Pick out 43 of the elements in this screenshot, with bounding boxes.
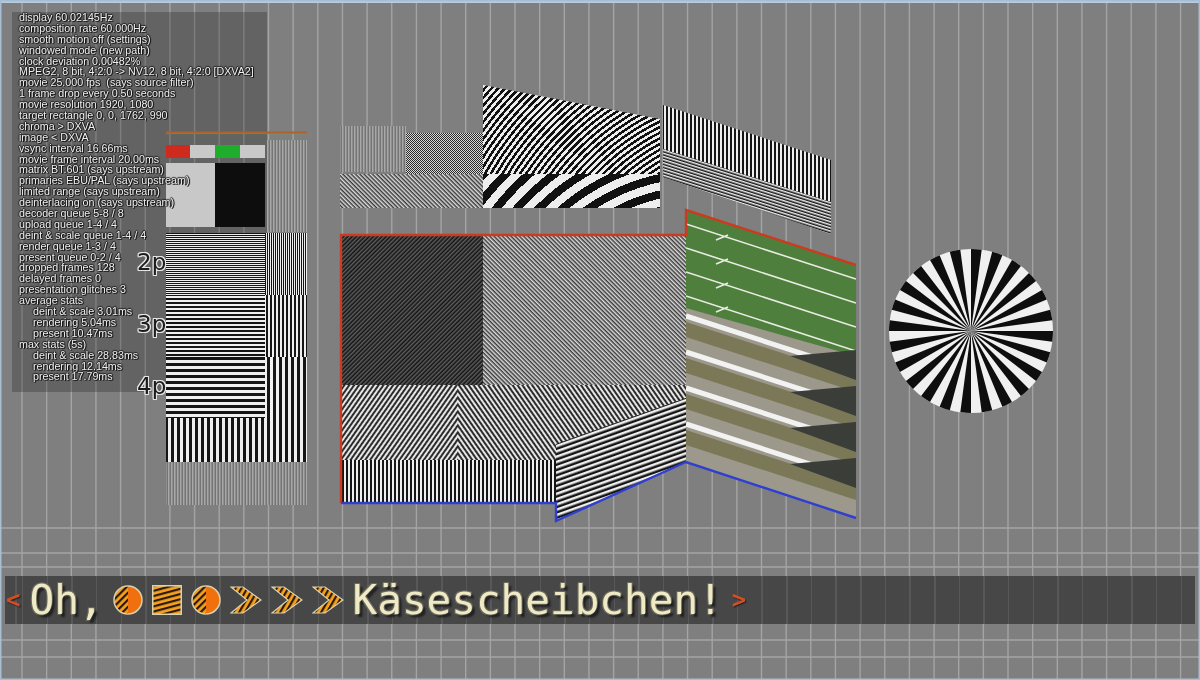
chevron-icon [311,586,344,614]
scale-label: 3p [137,313,167,336]
stats-line: limited range (says upstream) [19,186,160,198]
ticker-marker: < [6,588,21,612]
scale-label: 2p [137,251,167,274]
stats-line: presentation glitches 3 [19,284,126,296]
ticker-marker: > [731,588,747,612]
stats-line: present queue 0-2 / 4 [19,251,121,263]
stats-line: movie frame interval 20.00ms [19,153,160,165]
stats-line: vsync interval 16.66ms [19,142,128,154]
stats-line: average stats [19,295,84,307]
stats-line: display 60.02145Hz [19,12,113,23]
stats-line: target rectangle 0, 0, 1762, 990 [19,110,168,121]
chevron-icon [270,586,303,614]
striped-square-icon [151,585,182,615]
scale-label: 4p [137,375,167,398]
stats-line: MPEG2, 8 bit, 4:2:0 -> NV12, 8 bit, 4:2:0 [DXVA2] [19,66,254,78]
stats-line: matrix BT.601 (says upstream) [19,164,164,176]
stats-line: delayed frames 0 [19,273,101,285]
dark-patch [215,163,265,227]
stats-line: movie 25.000 fps (says source filter) [19,77,194,89]
color-swatch-icon [240,145,265,158]
stats-line: deint & scale 3.01ms [33,306,133,317]
stats-line: composition rate 60.000Hz [19,22,147,34]
striped-circle-icon [112,585,143,615]
color-swatch-icon [166,145,190,158]
stats-line: decoder queue 5-8 / 8 [19,208,124,219]
vertical-stripes [340,126,406,172]
stats-line: rendering 5.04ms [33,316,117,328]
stats-line: 1 frame drop every 0.50 seconds [19,88,176,100]
stats-line: movie resolution 1920, 1080 [19,99,154,110]
stats-line: rendering 12.14ms [33,360,123,372]
color-swatch-icon [190,145,215,158]
chevron-icon [229,586,262,614]
stats-line: deint & scale 28.83ms [33,349,139,361]
color-swatch-icon [215,145,240,158]
stats-line: present 17.79ms [33,371,113,383]
ticker-text: Käsescheibchen! [352,579,723,621]
stats-line: image < DXVA [19,131,89,143]
stats-line: clock deviation 0.00482% [19,55,141,67]
stats-line: dropped frames 128 [19,262,115,274]
striped-circle-icon [190,585,221,615]
ticker-text: Oh, [29,579,104,621]
